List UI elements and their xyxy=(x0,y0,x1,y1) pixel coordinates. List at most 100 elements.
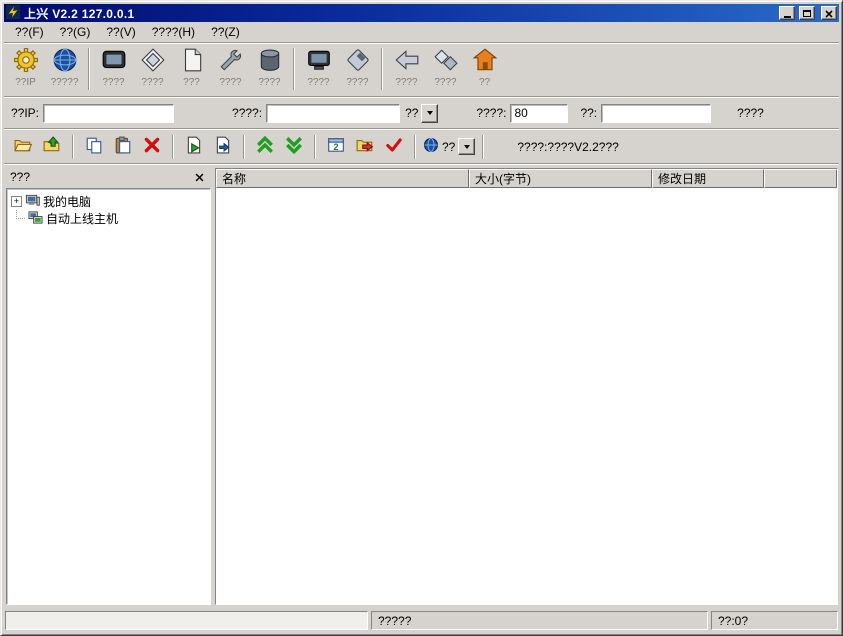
close-icon xyxy=(195,170,204,185)
monitor-icon xyxy=(306,47,332,76)
online-hosts-button[interactable]: ????? xyxy=(45,46,84,94)
target-input[interactable] xyxy=(266,103,401,123)
target-label: ????: xyxy=(232,106,263,120)
port-input[interactable] xyxy=(510,103,569,123)
upload-button[interactable] xyxy=(252,134,278,160)
computer-icon xyxy=(25,193,40,211)
password-input[interactable] xyxy=(601,103,712,123)
minimize-button[interactable] xyxy=(779,6,795,20)
column-header-size[interactable]: 大小(字节) xyxy=(469,169,652,188)
toolbar-label: ???? xyxy=(141,77,164,88)
sidebar-close-button[interactable] xyxy=(191,170,207,184)
settings-button[interactable]: ???? xyxy=(211,46,250,94)
document-icon xyxy=(179,47,205,76)
connect-button[interactable]: ???? xyxy=(737,106,764,120)
status-message: ????? xyxy=(371,611,708,630)
screen-capture-icon xyxy=(101,47,127,76)
file-toolbar: 2 ?? ????:????V2.2??? xyxy=(4,130,839,163)
back-button[interactable]: ???? xyxy=(387,46,426,94)
menu-item-z[interactable]: ??(Z) xyxy=(203,23,248,42)
toolbar-separator xyxy=(172,134,174,159)
floppy-icon xyxy=(345,47,371,76)
column-header-filler xyxy=(764,169,837,188)
check-icon xyxy=(385,136,403,157)
diamond-icon xyxy=(140,47,166,76)
apply-button[interactable] xyxy=(381,134,407,160)
status-host-count: ??:0? xyxy=(711,611,838,630)
maximize-button[interactable] xyxy=(799,6,815,20)
tree-item-label: 自动上线主机 xyxy=(46,212,119,226)
toolbar-separator xyxy=(482,134,485,159)
copy-icon xyxy=(85,136,103,157)
toolbar-separator xyxy=(381,48,383,90)
encoding-combo[interactable]: ?? xyxy=(423,137,476,156)
move-folder-button[interactable] xyxy=(352,134,378,160)
window-title: 上兴 V2.2 127.0.0.1 xyxy=(24,6,135,21)
file-toolbar-status: ????:????V2.2??? xyxy=(517,139,619,154)
app-icon xyxy=(6,4,20,22)
services-button[interactable]: ???? xyxy=(250,46,289,94)
toolbar-label: ??? xyxy=(183,77,200,88)
transfer-button[interactable]: ???? xyxy=(426,46,465,94)
command-button[interactable]: ???? xyxy=(133,46,172,94)
menu-item-h[interactable]: ????(H) xyxy=(144,23,203,42)
double-down-arrow-icon xyxy=(285,136,303,157)
file-manager-button[interactable]: ??? xyxy=(172,46,211,94)
tree-item-auto-online-hosts[interactable]: 自动上线主机 xyxy=(9,210,208,227)
delete-button[interactable] xyxy=(139,134,165,160)
ip-input[interactable] xyxy=(43,103,175,123)
screen-control-button[interactable]: ???? xyxy=(94,46,133,94)
toolbar-label: ??IP xyxy=(15,77,36,88)
gear-icon xyxy=(13,47,39,76)
toolbar-label: ???? xyxy=(258,77,281,88)
open-folder-button[interactable] xyxy=(10,134,36,160)
column-header-name[interactable]: 名称 xyxy=(216,169,469,188)
home-icon xyxy=(472,47,498,76)
encoding-dropdown-button[interactable] xyxy=(458,138,476,155)
toolbar-label: ???? xyxy=(434,77,457,88)
toolbar-separator xyxy=(72,134,74,159)
copy-button[interactable] xyxy=(81,134,107,160)
back-arrow-icon xyxy=(394,47,420,76)
toolbar-label: ???? xyxy=(219,77,242,88)
toolbar-separator xyxy=(414,134,416,159)
transfer-icon xyxy=(433,47,459,76)
folder-go-icon xyxy=(356,136,374,157)
host-tree: + 我的电脑 自动上线主机 xyxy=(6,188,211,605)
close-button[interactable] xyxy=(821,6,837,20)
file-list-body[interactable] xyxy=(216,188,837,604)
minimize-icon xyxy=(783,15,791,18)
parent-folder-button[interactable] xyxy=(39,134,65,160)
tree-expander[interactable]: + xyxy=(11,196,22,207)
globe-icon xyxy=(52,47,78,76)
run-file-button[interactable] xyxy=(181,134,207,160)
scan-ip-button[interactable]: ??IP xyxy=(6,46,45,94)
folder-up-icon xyxy=(43,136,61,157)
download-button[interactable] xyxy=(281,134,307,160)
encoding-combo-label: ?? xyxy=(442,139,456,154)
menu-item-g[interactable]: ??(G) xyxy=(52,23,99,42)
menu-item-f[interactable]: ??(F) xyxy=(7,23,52,42)
new-window-button[interactable]: 2 xyxy=(323,134,349,160)
main-area: ??? + 我的电脑 自动上线主机 名称 大小(字节) 修改日期 xyxy=(4,165,839,607)
tree-item-my-computer[interactable]: + 我的电脑 xyxy=(9,193,208,210)
window-2-icon: 2 xyxy=(327,136,345,157)
protocol-combo[interactable]: ?? xyxy=(405,103,439,123)
home-button[interactable]: ?? xyxy=(465,46,504,94)
toolbar-separator xyxy=(293,48,295,90)
status-progress-box xyxy=(5,611,368,630)
screen-view-button[interactable]: ???? xyxy=(299,46,338,94)
sidebar-title: ??? xyxy=(10,170,31,184)
registry-button[interactable]: ???? xyxy=(338,46,377,94)
open-file-button[interactable] xyxy=(210,134,236,160)
title-bar: 上兴 V2.2 127.0.0.1 xyxy=(4,4,839,22)
menu-item-v[interactable]: ??(V) xyxy=(98,23,143,42)
status-bar: ????? ??:0? xyxy=(4,607,839,632)
ip-label: ??IP: xyxy=(11,106,40,120)
toolbar-label: ???? xyxy=(346,77,369,88)
column-header-date[interactable]: 修改日期 xyxy=(652,169,764,188)
svg-text:2: 2 xyxy=(333,142,338,152)
toolbar-label: ?? xyxy=(478,77,491,88)
protocol-dropdown-button[interactable] xyxy=(421,103,439,123)
paste-button[interactable] xyxy=(110,134,136,160)
